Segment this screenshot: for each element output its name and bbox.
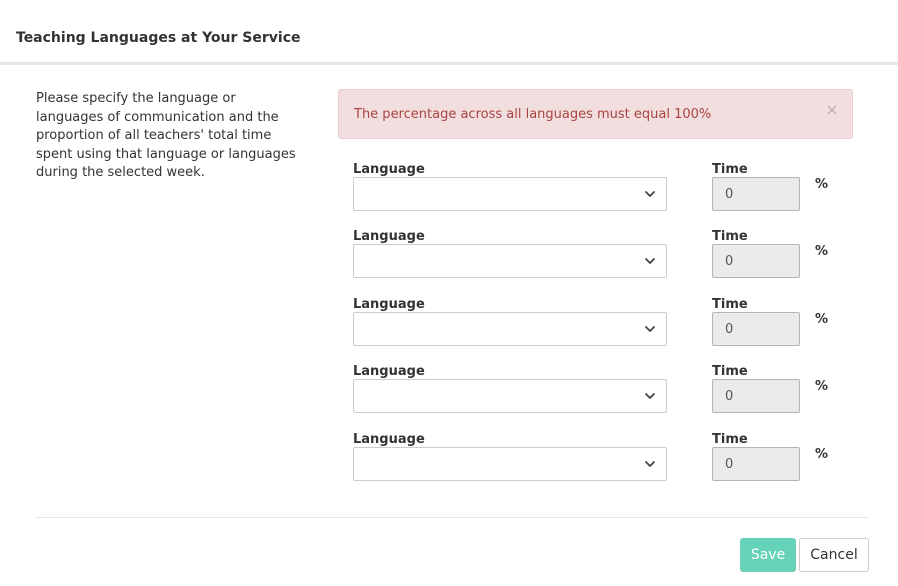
language-row-4: Language Time 0 % (353, 364, 853, 424)
language-label: Language (353, 162, 425, 177)
language-select[interactable] (353, 447, 667, 481)
cancel-button[interactable]: Cancel (799, 538, 869, 572)
language-select[interactable] (353, 379, 667, 413)
language-select[interactable] (353, 244, 667, 278)
footer-divider (35, 517, 869, 518)
time-percent-input[interactable]: 0 (712, 447, 800, 481)
time-label: Time (712, 297, 748, 312)
time-percent-input[interactable]: 0 (712, 312, 800, 346)
time-value: 0 (725, 322, 734, 337)
save-button[interactable]: Save (740, 538, 796, 572)
time-value: 0 (725, 187, 734, 202)
time-value: 0 (725, 457, 734, 472)
language-select[interactable] (353, 177, 667, 211)
language-row-5: Language Time 0 % (353, 432, 853, 492)
time-percent-input[interactable]: 0 (712, 379, 800, 413)
time-label: Time (712, 162, 748, 177)
chevron-down-icon (645, 191, 655, 197)
language-row-1: Language Time 0 % (353, 162, 853, 222)
time-label: Time (712, 229, 748, 244)
modal-title: Teaching Languages at Your Service (16, 30, 301, 46)
chevron-down-icon (645, 258, 655, 264)
time-percent-input[interactable]: 0 (712, 244, 800, 278)
chevron-down-icon (645, 461, 655, 467)
language-label: Language (353, 432, 425, 447)
percent-unit: % (815, 379, 829, 394)
validation-alert: The percentage across all languages must… (338, 89, 853, 139)
language-label: Language (353, 364, 425, 379)
percent-unit: % (815, 177, 829, 192)
language-row-2: Language Time 0 % (353, 229, 853, 289)
time-label: Time (712, 432, 748, 447)
language-select[interactable] (353, 312, 667, 346)
chevron-down-icon (645, 393, 655, 399)
time-value: 0 (725, 389, 734, 404)
percent-unit: % (815, 447, 829, 462)
time-value: 0 (725, 254, 734, 269)
language-row-3: Language Time 0 % (353, 297, 853, 357)
alert-message: The percentage across all languages must… (354, 107, 712, 122)
time-percent-input[interactable]: 0 (712, 177, 800, 211)
time-label: Time (712, 364, 748, 379)
percent-unit: % (815, 244, 829, 259)
instructions-text: Please specify the language or languages… (36, 91, 296, 180)
language-label: Language (353, 297, 425, 312)
language-label: Language (353, 229, 425, 244)
modal-header: Teaching Languages at Your Service (0, 0, 898, 65)
percent-unit: % (815, 312, 829, 327)
chevron-down-icon (645, 326, 655, 332)
close-icon[interactable]: × (825, 102, 839, 118)
